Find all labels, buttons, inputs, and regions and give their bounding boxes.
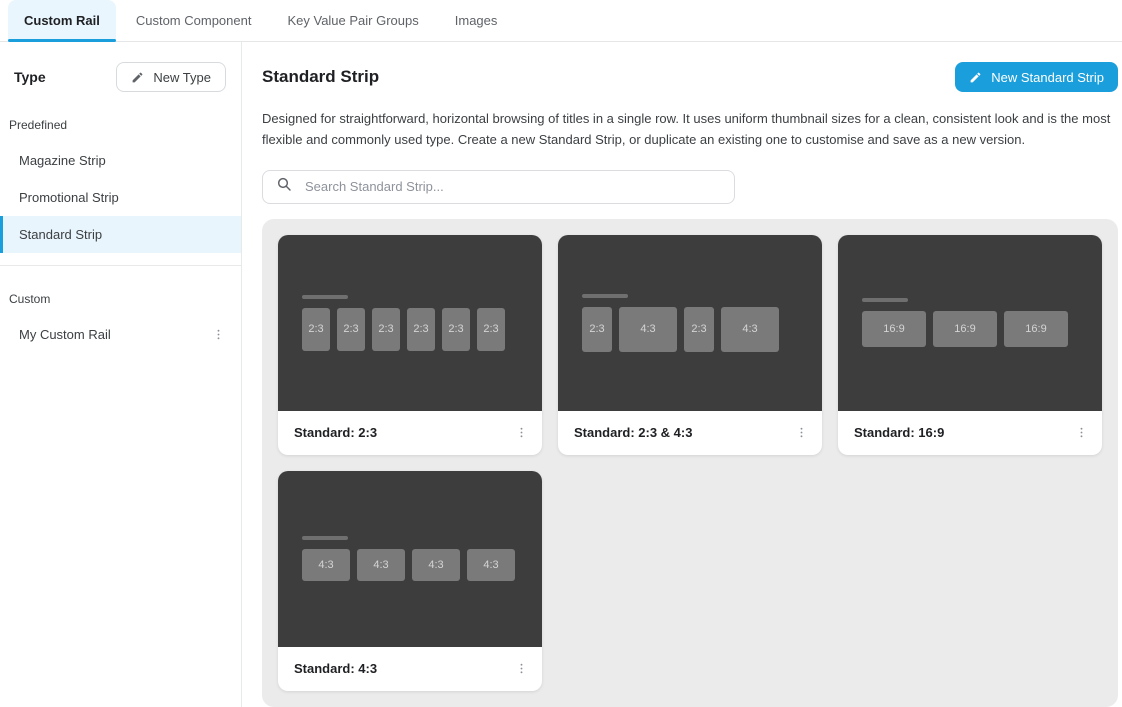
sidebar-divider [0, 265, 241, 266]
kebab-menu-icon[interactable] [1071, 423, 1092, 442]
rail-title-placeholder [582, 294, 628, 298]
page-layout: Type New Type PredefinedMagazine StripPr… [0, 42, 1122, 707]
thumbnail-16-9: 16:9 [862, 311, 926, 347]
search-input[interactable] [303, 178, 721, 195]
sidebar-header: Type New Type [0, 62, 241, 92]
sidebar-sections: Predefined Magazine Strip Promotional Stri… [0, 118, 241, 353]
thumbnail-row: 2:34:32:34:3 [582, 307, 822, 352]
sidebar-item-magazine-strip[interactable]: Magazine Strip [0, 142, 241, 179]
sidebar-item-label: Standard Strip [19, 227, 102, 242]
sidebar-section-label-predefined: Predefined [0, 118, 241, 132]
kebab-menu-icon[interactable] [791, 423, 812, 442]
rail-title-placeholder [302, 295, 348, 299]
search-box [262, 170, 735, 204]
thumbnail-2-3: 2:3 [442, 308, 470, 351]
sidebar-item-my-custom-rail[interactable]: My Custom Rail [0, 316, 241, 353]
pencil-icon [969, 71, 982, 84]
thumbnail-16-9: 16:9 [1004, 311, 1068, 347]
thumbnail-4-3: 4:3 [302, 549, 350, 581]
main-content: Standard Strip New Standard Strip Design… [242, 42, 1122, 707]
thumbnail-4-3: 4:3 [721, 307, 779, 352]
tab-custom-rail[interactable]: Custom Rail [8, 0, 116, 41]
description: Designed for straightforward, horizontal… [262, 109, 1118, 151]
new-type-button[interactable]: New Type [116, 62, 226, 92]
thumbnail-2-3: 2:3 [372, 308, 400, 351]
card-title: Standard: 2:3 & 4:3 [574, 425, 692, 440]
thumbnail-2-3: 2:3 [684, 307, 714, 352]
card-footer: Standard: 2:3 & 4:3 [558, 411, 822, 455]
page-title: Standard Strip [262, 67, 379, 87]
card-title: Standard: 16:9 [854, 425, 944, 440]
main-header: Standard Strip New Standard Strip [262, 62, 1118, 92]
strip-preview: 16:916:916:9 [838, 235, 1102, 411]
thumbnail-row: 16:916:916:9 [862, 311, 1102, 347]
card-footer: Standard: 4:3 [278, 647, 542, 691]
sidebar-item-label: My Custom Rail [19, 327, 111, 342]
thumbnail-4-3: 4:3 [357, 549, 405, 581]
rail-title-placeholder [302, 536, 348, 540]
card-footer: Standard: 16:9 [838, 411, 1102, 455]
kebab-menu-icon[interactable] [511, 423, 532, 442]
tab-bar: Custom RailCustom ComponentKey Value Pai… [0, 0, 1122, 42]
thumbnail-2-3: 2:3 [407, 308, 435, 351]
thumbnail-4-3: 4:3 [619, 307, 677, 352]
card-title: Standard: 2:3 [294, 425, 377, 440]
search-icon [276, 176, 292, 197]
strip-card-standard-4-3[interactable]: 4:34:34:34:3Standard: 4:3 [278, 471, 542, 691]
new-standard-strip-button[interactable]: New Standard Strip [955, 62, 1118, 92]
sidebar-title: Type [14, 69, 46, 85]
thumbnail-16-9: 16:9 [933, 311, 997, 347]
tab-images[interactable]: Images [439, 0, 514, 41]
thumbnail-4-3: 4:3 [467, 549, 515, 581]
strip-preview: 4:34:34:34:3 [278, 471, 542, 647]
sidebar-item-label: Promotional Strip [19, 190, 119, 205]
thumbnail-4-3: 4:3 [412, 549, 460, 581]
sidebar: Type New Type PredefinedMagazine StripPr… [0, 42, 242, 707]
strip-preview: 2:32:32:32:32:32:3 [278, 235, 542, 411]
tab-key-value-pair-groups[interactable]: Key Value Pair Groups [271, 0, 434, 41]
thumbnail-2-3: 2:3 [337, 308, 365, 351]
rail-title-placeholder [862, 298, 908, 302]
thumbnail-row: 4:34:34:34:3 [302, 549, 542, 581]
new-type-button-label: New Type [153, 70, 211, 85]
strip-card-standard-2-3[interactable]: 2:32:32:32:32:32:3Standard: 2:3 [278, 235, 542, 455]
sidebar-item-label: Magazine Strip [19, 153, 106, 168]
thumbnail-2-3: 2:3 [477, 308, 505, 351]
sidebar-section-label-custom: Custom [0, 292, 241, 306]
card-title: Standard: 4:3 [294, 661, 377, 676]
thumbnail-2-3: 2:3 [582, 307, 612, 352]
kebab-menu-icon[interactable] [511, 659, 532, 678]
kebab-menu-icon[interactable] [208, 325, 229, 344]
new-standard-strip-button-label: New Standard Strip [991, 70, 1104, 85]
sidebar-item-promotional-strip[interactable]: Promotional Strip [0, 179, 241, 216]
strip-card-standard-2-3-4-3[interactable]: 2:34:32:34:3Standard: 2:3 & 4:3 [558, 235, 822, 455]
tab-custom-component[interactable]: Custom Component [120, 0, 268, 41]
strip-preview: 2:34:32:34:3 [558, 235, 822, 411]
thumbnail-row: 2:32:32:32:32:32:3 [302, 308, 542, 351]
sidebar-item-standard-strip[interactable]: Standard Strip [0, 216, 241, 253]
thumbnail-2-3: 2:3 [302, 308, 330, 351]
pencil-icon [131, 71, 144, 84]
card-footer: Standard: 2:3 [278, 411, 542, 455]
strip-card-standard-16-9[interactable]: 16:916:916:9Standard: 16:9 [838, 235, 1102, 455]
strip-card-grid: 2:32:32:32:32:32:3Standard: 2:32:34:32:3… [262, 219, 1118, 707]
